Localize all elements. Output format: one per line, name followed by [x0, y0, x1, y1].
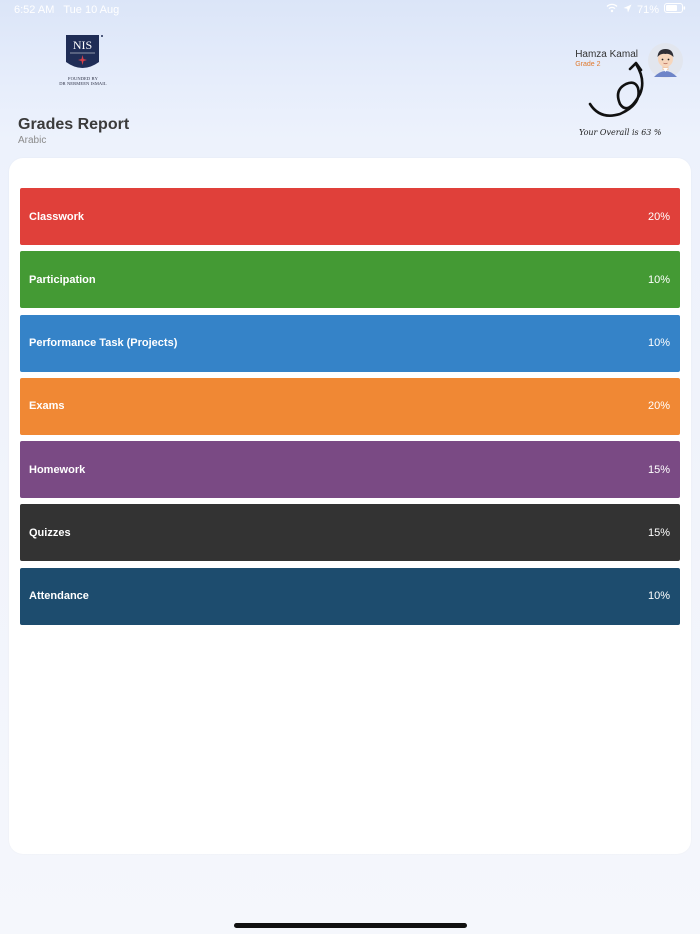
grade-percent: 20% — [647, 210, 670, 223]
grade-row-exams[interactable]: Exams 20% — [20, 377, 680, 435]
grade-row-attendance[interactable]: Attendance 10% — [20, 567, 680, 625]
grade-percent: 20% — [647, 400, 670, 413]
grade-label: Attendance — [29, 590, 89, 603]
logo-caption-line2: DR NERMEEN ISMAIL — [59, 81, 107, 86]
user-name: Hamza Kamal — [575, 49, 638, 60]
grade-percent: 10% — [647, 590, 670, 603]
wifi-icon — [606, 3, 618, 16]
grade-percent: 15% — [647, 463, 670, 476]
grade-percent: 15% — [647, 526, 670, 539]
battery-icon — [664, 3, 686, 16]
grade-label: Classwork — [29, 210, 85, 223]
grade-row-performance-task[interactable]: Performance Task (Projects) 10% — [20, 314, 680, 372]
grade-label: Performance Task (Projects) — [29, 337, 178, 350]
curly-arrow-icon — [586, 60, 648, 122]
grade-label: Participation — [29, 273, 96, 286]
status-right: 71% — [606, 3, 686, 16]
grade-label: Exams — [29, 400, 65, 413]
grade-row-quizzes[interactable]: Quizzes 15% — [20, 504, 680, 562]
logo-caption: FOUNDED BY DR NERMEEN ISMAIL — [48, 76, 118, 86]
grade-percent: 10% — [647, 273, 670, 286]
grade-row-classwork[interactable]: Classwork 20% — [20, 188, 680, 245]
overall-score: Your Overall is 63 % — [579, 128, 662, 137]
grades-card: Classwork 20% Participation 10% Performa… — [9, 158, 691, 854]
grade-row-homework[interactable]: Homework 15% — [20, 441, 680, 499]
status-left: 6:52 AM Tue 10 Aug — [14, 4, 119, 16]
status-bar: 6:52 AM Tue 10 Aug 71% — [0, 0, 700, 20]
logo-text: NIS — [73, 38, 92, 52]
grade-row-participation[interactable]: Participation 10% — [20, 251, 680, 309]
grade-label: Quizzes — [29, 526, 71, 539]
subject-name: Arabic — [18, 135, 47, 146]
battery-percent: 71% — [636, 3, 659, 16]
grade-label: Homework — [29, 463, 86, 476]
status-date: Tue 10 Aug — [63, 4, 120, 16]
grade-percent: 10% — [647, 337, 670, 350]
grades-list: Classwork 20% Participation 10% Performa… — [20, 188, 680, 631]
status-time: 6:52 AM — [14, 4, 55, 16]
page-title: Grades Report — [18, 116, 130, 133]
home-indicator[interactable] — [234, 923, 467, 928]
avatar[interactable] — [648, 43, 683, 78]
location-arrow-icon — [623, 4, 632, 16]
